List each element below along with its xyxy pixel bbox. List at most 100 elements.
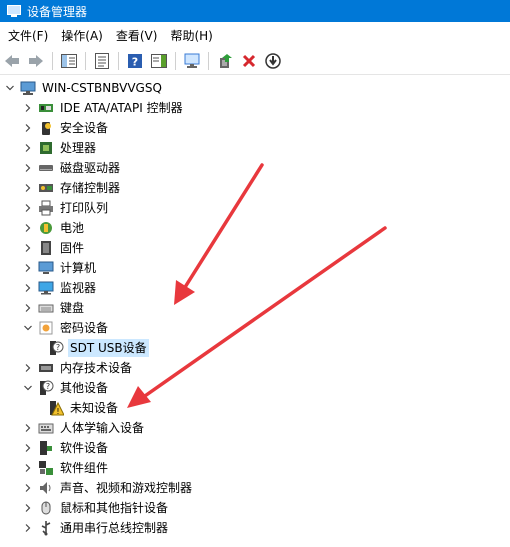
expand-chevron-icon[interactable]	[22, 238, 34, 258]
scan-monitor-icon	[184, 53, 200, 68]
tree-item-label: 计算机	[60, 261, 97, 275]
expand-chevron-icon[interactable]	[22, 458, 34, 478]
tree-category-item[interactable]: 安全设备	[22, 118, 110, 138]
tree-category-item[interactable]: 键盘	[22, 298, 86, 318]
console-tree-icon	[61, 54, 77, 68]
firmware-icon	[38, 240, 54, 256]
tree-category-item[interactable]: 固件	[22, 238, 86, 258]
tree-category-item[interactable]: 计算机	[22, 258, 98, 278]
svg-text:?: ?	[56, 343, 60, 352]
tree-category-item[interactable]: 软件组件	[22, 458, 110, 478]
tree-item-label: 打印队列	[60, 201, 109, 215]
tree-category-item[interactable]: 磁盘驱动器	[22, 158, 122, 178]
expand-chevron-icon[interactable]	[22, 178, 34, 198]
tree-root-label: WIN-CSTBNBVVGSQ	[42, 81, 162, 95]
expand-chevron-icon[interactable]	[22, 358, 34, 378]
unknown-device-icon: ?	[48, 340, 64, 356]
expand-chevron-icon[interactable]	[22, 278, 34, 298]
uninstall-device-button[interactable]	[239, 51, 259, 71]
title-bar: 设备管理器	[0, 0, 510, 22]
collapse-chevron-icon[interactable]	[22, 318, 34, 338]
window-title: 设备管理器	[27, 4, 88, 19]
computer-root-icon	[20, 80, 36, 96]
usb-icon	[38, 520, 54, 536]
menu-help[interactable]: 帮助(H)	[165, 24, 217, 48]
tree-category-item[interactable]: IDE ATA/ATAPI 控制器	[22, 98, 185, 118]
ide-controller-icon	[38, 100, 54, 116]
action-pane-button[interactable]	[149, 51, 169, 71]
menu-bar: 文件(F) 操作(A) 查看(V) 帮助(H)	[0, 24, 510, 48]
monitor-icon	[38, 280, 54, 296]
expand-chevron-icon[interactable]	[22, 498, 34, 518]
tree-item-label: 固件	[60, 241, 85, 255]
expand-chevron-icon[interactable]	[22, 198, 34, 218]
scan-hardware-button[interactable]	[182, 51, 202, 71]
expand-chevron-icon[interactable]	[22, 118, 34, 138]
action-pane-icon	[151, 54, 167, 68]
back-button[interactable]	[2, 51, 22, 71]
expand-chevron-icon[interactable]	[22, 418, 34, 438]
update-driver-button[interactable]	[215, 51, 235, 71]
expand-chevron-icon[interactable]	[22, 258, 34, 278]
menu-file[interactable]: 文件(F)	[3, 24, 53, 48]
tree-item-label: 处理器	[60, 141, 97, 155]
tree-category-item[interactable]: 打印队列	[22, 198, 110, 218]
update-driver-icon	[220, 54, 232, 68]
tree-item-label: 软件组件	[60, 461, 109, 475]
tree-item-label: 其他设备	[60, 381, 109, 395]
tree-child-item[interactable]: ! 未知设备	[44, 398, 120, 418]
tree-category-item[interactable]: 通用串行总线控制器	[22, 518, 170, 538]
tree-category-item[interactable]: 鼠标和其他指针设备	[22, 498, 170, 518]
tree-item-label: 鼠标和其他指针设备	[60, 501, 169, 515]
tree-category-item[interactable]: ? 其他设备	[22, 378, 110, 398]
tree-category-item[interactable]: 密码设备	[22, 318, 110, 338]
tree-item-label: IDE ATA/ATAPI 控制器	[60, 101, 183, 115]
tree-item-label: 声音、视频和游戏控制器	[60, 481, 193, 495]
expand-chevron-icon[interactable]	[22, 438, 34, 458]
collapse-chevron-icon[interactable]	[4, 78, 16, 98]
tree-category-item[interactable]: 处理器	[22, 138, 98, 158]
tree-item-label: 内存技术设备	[60, 361, 133, 375]
disk-drive-icon	[38, 160, 54, 176]
tree-category-item[interactable]: 声音、视频和游戏控制器	[22, 478, 194, 498]
security-device-icon	[38, 120, 54, 136]
properties-list-icon	[95, 53, 109, 69]
tree-item-label: 电池	[60, 221, 85, 235]
back-arrow-icon	[5, 55, 19, 67]
properties-view-button[interactable]	[92, 51, 112, 71]
svg-text:!: !	[56, 407, 59, 416]
tree-category-item[interactable]: 人体学输入设备	[22, 418, 146, 438]
tree-category-item[interactable]: 软件设备	[22, 438, 110, 458]
tree-child-item[interactable]: ? SDT USB设备	[44, 338, 149, 358]
tree-item-label: 监视器	[60, 281, 97, 295]
expand-chevron-icon[interactable]	[22, 138, 34, 158]
disable-device-button[interactable]	[263, 51, 283, 71]
expand-chevron-icon[interactable]	[22, 158, 34, 178]
forward-button[interactable]	[26, 51, 46, 71]
expand-chevron-icon[interactable]	[22, 518, 34, 538]
tree-item-label: 通用串行总线控制器	[60, 521, 169, 535]
show-hide-console-tree-button[interactable]	[59, 51, 79, 71]
other-device-icon: ?	[38, 380, 54, 396]
tree-category-item[interactable]: 监视器	[22, 278, 98, 298]
tree-category-item[interactable]: 存储控制器	[22, 178, 122, 198]
menu-view[interactable]: 查看(V)	[111, 24, 163, 48]
svg-text:?: ?	[132, 56, 138, 69]
expand-chevron-icon[interactable]	[22, 98, 34, 118]
help-button[interactable]: ?	[125, 51, 145, 71]
expand-chevron-icon[interactable]	[22, 478, 34, 498]
red-x-icon	[242, 54, 256, 68]
tree-root[interactable]: WIN-CSTBNBVVGSQ	[4, 78, 164, 98]
software-component-icon	[38, 460, 54, 476]
tree-item-label: 人体学输入设备	[60, 421, 145, 435]
menu-action[interactable]: 操作(A)	[56, 24, 108, 48]
tree-item-label: 存储控制器	[60, 181, 121, 195]
device-tree: WIN-CSTBNBVVGSQ IDE ATA/ATAPI 控制器安全设备处理器…	[0, 78, 510, 547]
sound-icon	[38, 480, 54, 496]
computer-icon	[38, 260, 54, 276]
expand-chevron-icon[interactable]	[22, 218, 34, 238]
collapse-chevron-icon[interactable]	[22, 378, 34, 398]
tree-category-item[interactable]: 电池	[22, 218, 86, 238]
expand-chevron-icon[interactable]	[22, 298, 34, 318]
tree-category-item[interactable]: 内存技术设备	[22, 358, 134, 378]
